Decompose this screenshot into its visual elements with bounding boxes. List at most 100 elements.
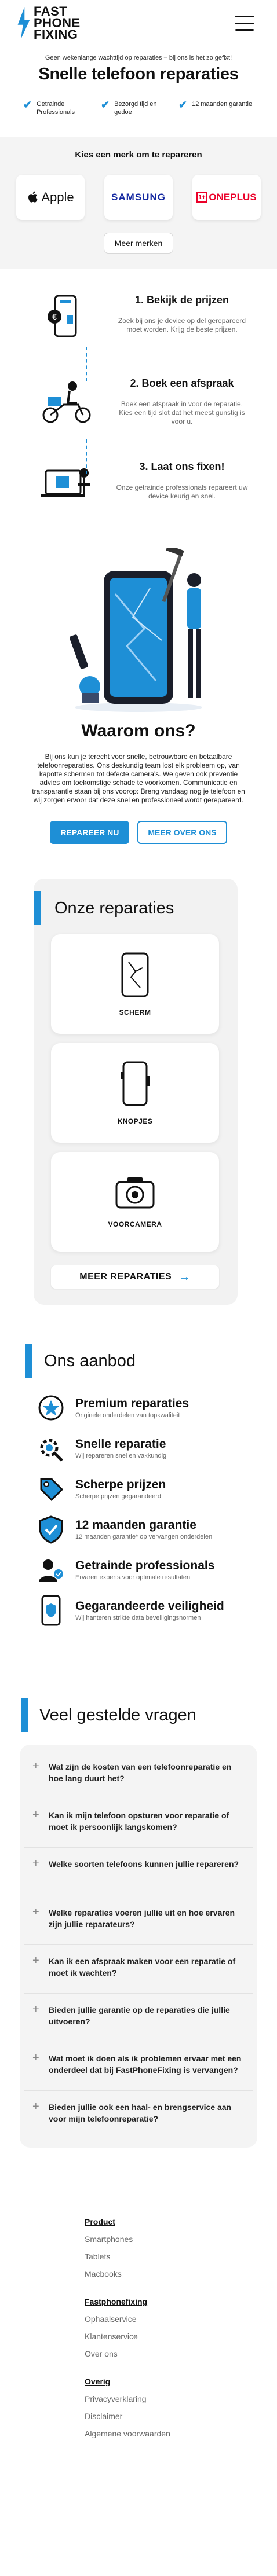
offer-sub: Scherpe prijzen gegarandeerd — [75, 1492, 161, 1500]
footer-link[interactable]: Privacyverklaring — [85, 2394, 277, 2403]
logo[interactable]: FAST PHONE FIXING — [16, 5, 81, 42]
phone-price-icon: € — [23, 292, 110, 345]
plus-icon: + — [32, 2052, 39, 2064]
step-text: Zoek bij ons je device op del gerepareer… — [118, 317, 246, 333]
faq-item[interactable]: + Kan ik mijn telefoon opsturen voor repa… — [24, 1799, 253, 1848]
faq-item[interactable]: + Wat zijn de kosten van een telefoonrepa… — [24, 1751, 253, 1799]
offer-name: Premium reparaties — [75, 1396, 189, 1410]
brand-oneplus-button[interactable]: 1+ ONEPLUS — [192, 175, 261, 220]
footer-link[interactable]: Algemene voorwaarden — [85, 2429, 277, 2438]
repair-label: VOORCAMERA — [108, 1220, 162, 1228]
footer-group-product: Product Smartphones Tablets Macbooks — [85, 2217, 277, 2278]
usp-list: ✔ Getrainde Professionals ✔ Bezorgd tijd… — [0, 84, 277, 116]
expert-icon — [35, 1554, 67, 1586]
footer-link[interactable]: Tablets — [85, 2252, 277, 2261]
repair-now-button[interactable]: REPAREER NU — [50, 821, 130, 844]
offer-section: Ons aanbod Premium reparaties Originele … — [0, 1305, 277, 1627]
step-item: € 1. Bekijk de prijzen Zoek bij ons je d… — [23, 292, 254, 345]
faq-item[interactable]: + Wat moet ik doen als ik problemen ervaa… — [24, 2042, 253, 2091]
footer-link[interactable]: Over ons — [85, 2349, 277, 2358]
faq-question: Bieden jullie ook een haal- en brengserv… — [49, 2102, 232, 2123]
footer-link[interactable]: Klantenservice — [85, 2332, 277, 2341]
offer-item: Scherpe prijzen Scherpe prijzen gegarand… — [35, 1473, 277, 1505]
repair-card-voorcamera[interactable]: VOORCAMERA — [51, 1152, 219, 1252]
faq-section: Veel gestelde vragen + Wat zijn de kosten… — [0, 1635, 277, 2148]
brand-picker-title: Kies een merk om te repareren — [75, 150, 202, 160]
repair-label: KNOPJES — [117, 1117, 153, 1125]
offer-item: Snelle reparatie Wij repareren snel en v… — [35, 1432, 277, 1465]
more-repairs-button[interactable]: MEER REPARATIES → — [51, 1265, 219, 1289]
footer-link[interactable]: Smartphones — [85, 2234, 277, 2244]
usp-item: ✔ Getrainde Professionals — [23, 100, 99, 116]
repair-card-knopjes[interactable]: KNOPJES — [51, 1043, 219, 1143]
footer-heading[interactable]: Overig — [85, 2377, 277, 2386]
brand-label: ONEPLUS — [209, 192, 257, 203]
footer-link[interactable]: Ophaalservice — [85, 2314, 277, 2324]
footer-group-other: Overig Privacyverklaring Disclaimer Alge… — [85, 2377, 277, 2438]
site-footer: Product Smartphones Tablets Macbooks Fas… — [0, 2148, 277, 2438]
button-phone-icon — [121, 1061, 150, 1106]
faq-question: Welke soorten telefoons kunnen jullie re… — [49, 1859, 239, 1869]
section-accent-bar — [34, 891, 41, 925]
why-us-title: Waarom ons? — [81, 721, 196, 740]
offer-name: Snelle reparatie — [75, 1437, 166, 1451]
faq-item[interactable]: + Welke reparaties voeren jullie uit en h… — [24, 1896, 253, 1945]
faq-header: Veel gestelde vragen — [0, 1698, 277, 1732]
page: FAST PHONE FIXING Geen wekenlange wachtt… — [0, 0, 277, 2576]
faq-item[interactable]: + Kan ik een afspraak maken voor een repa… — [24, 1945, 253, 1994]
usp-item: ✔ 12 maanden garantie — [178, 100, 254, 116]
step-title: 1. Bekijk de prijzen — [134, 294, 229, 306]
faq-item[interactable]: + Bieden jullie garantie op de reparaties… — [24, 1994, 253, 2042]
usp-text: 12 maanden garantie — [192, 101, 253, 108]
faq-question: Kan ik mijn telefoon opsturen voor repar… — [49, 1811, 229, 1832]
footer-heading[interactable]: Product — [85, 2217, 277, 2226]
plus-icon: + — [32, 1857, 39, 1870]
repair-illustration — [0, 542, 277, 715]
usp-text: Bezorgd tijd en gedoe — [114, 101, 157, 116]
faq-item[interactable]: + Welke soorten telefoons kunnen jullie r… — [24, 1848, 253, 1896]
step-item: 2. Boek een afspraak Boek een afspraak i… — [23, 375, 254, 428]
shield-check-icon — [35, 1513, 67, 1546]
check-icon: ✔ — [23, 99, 32, 111]
logo-text: FAST PHONE FIXING — [34, 5, 81, 42]
faq-question: Welke reparaties voeren jullie uit en ho… — [49, 1908, 235, 1929]
about-us-button[interactable]: MEER OVER ONS — [137, 821, 227, 844]
footer-heading[interactable]: Fastphonefixing — [85, 2297, 277, 2306]
brand-samsung-button[interactable]: SAMSUNG — [104, 175, 173, 220]
logo-line-3: FIXING — [34, 27, 78, 42]
plus-icon: + — [32, 1906, 39, 1918]
step-title: 3. Laat ons fixen! — [139, 461, 225, 472]
section-accent-bar — [21, 1698, 28, 1732]
offer-name: Scherpe prijzen — [75, 1477, 166, 1491]
hamburger-menu-icon[interactable] — [235, 16, 254, 31]
faq-question: Wat moet ik doen als ik problemen ervaar… — [49, 2054, 242, 2075]
faq-item[interactable]: + Bieden jullie ook een haal- en brengser… — [24, 2091, 253, 2140]
footer-group-company: Fastphonefixing Ophaalservice Klantenser… — [85, 2297, 277, 2358]
plus-icon: + — [32, 2003, 39, 2016]
footer-link[interactable]: Macbooks — [85, 2269, 277, 2278]
step-connector — [86, 347, 87, 381]
step-text: Onze getrainde professionals repareert u… — [116, 483, 248, 500]
repair-laptop-icon — [23, 458, 110, 512]
footer-link[interactable]: Disclaimer — [85, 2412, 277, 2421]
repair-label: SCHERM — [119, 1008, 151, 1017]
gear-wrench-icon — [35, 1432, 67, 1465]
step-text: Boek een afspraak in voor de reparatie. … — [119, 400, 245, 425]
offer-item: Premium reparaties Originele onderdelen … — [35, 1392, 277, 1424]
why-us-text: Bij ons kun je terecht voor snelle, betr… — [32, 753, 245, 804]
more-brands-button[interactable]: Meer merken — [103, 233, 174, 254]
screen-phone-icon — [121, 952, 149, 997]
plus-icon: + — [32, 1954, 39, 1967]
usp-text: Getrainde Professionals — [37, 101, 75, 116]
offer-header: Ons aanbod — [0, 1344, 277, 1378]
brand-apple-button[interactable]: Apple — [16, 175, 85, 220]
more-repairs-label: MEER REPARATIES — [79, 1272, 172, 1282]
secure-phone-icon — [35, 1594, 67, 1627]
camera-icon — [115, 1177, 155, 1209]
brand-picker: Kies een merk om te repareren Apple SAMS… — [0, 137, 277, 269]
faq-title: Veel gestelde vragen — [39, 1705, 196, 1724]
brand-row: Apple SAMSUNG 1+ ONEPLUS — [16, 175, 261, 220]
step-connector — [86, 439, 87, 474]
repair-card-scherm[interactable]: SCHERM — [51, 934, 219, 1034]
repairs-title: Onze reparaties — [54, 898, 174, 918]
